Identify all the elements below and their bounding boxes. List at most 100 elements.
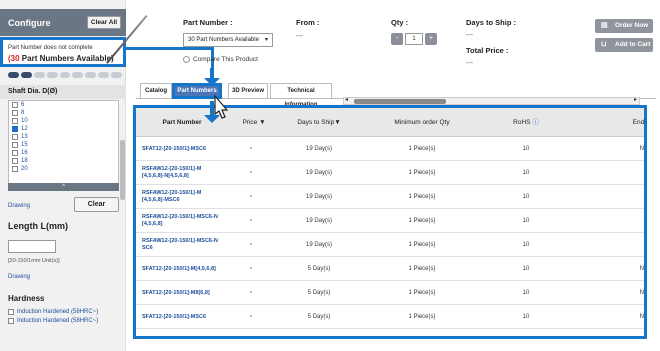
shaft-dia-header[interactable]: Shaft Dia. D(Ø) (0, 85, 126, 99)
drawing-link[interactable]: Drawing (8, 203, 30, 209)
checkbox[interactable] (8, 308, 14, 315)
checkbox[interactable] (12, 102, 18, 108)
qty-minus-button[interactable]: - (391, 33, 403, 45)
end-cell: No M (639, 146, 647, 152)
shaft-option[interactable]: 16 (9, 149, 118, 157)
header-end[interactable]: End Sh (588, 108, 644, 137)
shaft-option[interactable]: 12 (9, 125, 118, 133)
checkbox-checked[interactable] (12, 126, 18, 132)
drawing-link[interactable]: Drawing (8, 274, 30, 280)
hardness-title: Hardness (8, 294, 45, 303)
order-icon: ▤ (601, 22, 608, 29)
price-cell: - (250, 170, 252, 176)
part-number-link[interactable]: RSFAW12-[20-150/1]-MSC6-N [4,5,6,8] (142, 209, 222, 233)
header-rohs[interactable]: RoHS ⓘ (486, 108, 566, 137)
table-row[interactable]: RSFAW12-[20-150/1]-M [4,5,6,8]-MSC6 - 19 D… (136, 185, 644, 209)
part-number-link[interactable]: SFAT12-[20-150/1]-M[4,5,6,8] (142, 257, 222, 281)
part-number-select[interactable]: 30 Part Numbers Available ▾ (183, 33, 273, 47)
rohs-cell: 10 (486, 329, 566, 336)
min-qty-cell: 1 Piece(s) (408, 218, 436, 224)
compare-label: Compare This Product (193, 56, 258, 63)
days-cell: 19 Day(s) (305, 194, 332, 200)
scroll-left-icon[interactable]: ◂ (345, 96, 348, 103)
checkbox[interactable] (12, 166, 18, 172)
compare-checkbox[interactable]: Compare This Product (183, 56, 258, 63)
add-to-cart-button[interactable]: ⊔ Add to Cart (595, 38, 653, 52)
step-indicator (20, 72, 32, 78)
shaft-option[interactable]: 18 (9, 157, 118, 165)
shaft-dia-title: Shaft Dia. D(Ø) (8, 88, 58, 95)
part-number-link[interactable]: SFAT12-[20-150/1]-M8[6,8] (142, 281, 222, 305)
days-cell: 5 Day(s) (284, 329, 354, 336)
min-qty-cell: 1 Piece(s) (408, 146, 436, 152)
configure-title: Configure (8, 18, 51, 28)
header-price[interactable]: Price ▼ (234, 108, 274, 137)
qty-input[interactable]: 1 (405, 33, 423, 45)
clear-all-button[interactable]: Clear All (87, 16, 121, 29)
price-cell: - (250, 194, 252, 200)
part-number-link[interactable]: SFAT12-[20-150/1]-MSC6 (142, 137, 222, 161)
tab-technical-information[interactable]: Technical Information (270, 83, 332, 108)
table-row[interactable]: RSFAW12-[20-150/1]-M [4,5,6,8]-N[4,5,6,8… (136, 161, 644, 185)
checkbox[interactable] (12, 142, 18, 148)
end-cell: Ta (588, 185, 644, 209)
checkbox[interactable] (12, 158, 18, 164)
tab-3d-preview[interactable]: 3D Preview (228, 83, 268, 99)
end-cell: No M (639, 290, 647, 296)
sidebar-scrollbar[interactable] (120, 140, 125, 200)
length-input[interactable] (8, 240, 56, 253)
hardness-option[interactable]: Induction Hardened (58HRC~) (8, 316, 98, 325)
shaft-option[interactable]: 10 (9, 117, 118, 125)
scroll-right-icon[interactable]: ▸ (634, 96, 637, 103)
table-row[interactable]: SFAT12-[20-150/1]-M8[6,8] - 5 Day(s) 1 Piec… (136, 281, 647, 305)
info-icon[interactable]: ⓘ (532, 119, 539, 126)
radio[interactable] (183, 56, 190, 63)
shaft-option-label: 20 (21, 166, 28, 172)
part-number-link[interactable]: RSFAW12-[20-150/1]-M [4,5,6,8]-N[4,5,6,8… (142, 161, 222, 185)
table-row[interactable]: SFAT12-[20-150/1]-MSC6 - 19 Day(s) 1 Piece(… (136, 137, 647, 161)
tab-catalog[interactable]: Catalog (140, 83, 172, 99)
checkbox[interactable] (8, 317, 14, 324)
shaft-option-label: 12 (21, 126, 28, 132)
collapse-button[interactable]: ^ (8, 183, 119, 191)
part-number-link[interactable]: SFAW12-[20-150/1]-M (142, 329, 222, 336)
price-cell: - (250, 290, 252, 296)
part-number-link[interactable]: SFAT12-[20-150/1]-MSC6 (142, 305, 222, 329)
scrollbar-thumb[interactable] (354, 99, 446, 104)
rohs-cell: 10 (522, 242, 530, 248)
hardness-option[interactable]: Induction Hardened (58HRC~) (8, 307, 98, 316)
checkbox[interactable] (12, 118, 18, 124)
table-row[interactable]: SFAW12-[20-150/1]-M - 5 Day(s) 1 Piece(s) 10… (136, 329, 644, 336)
rohs-cell: 10 (522, 170, 530, 176)
shaft-option[interactable]: 13 (9, 133, 118, 141)
part-number-link[interactable]: RSFAW12-[20-150/1]-M [4,5,6,8]-MSC6 (142, 185, 222, 209)
order-now-button[interactable]: ▤ Order Now (595, 19, 653, 33)
checkbox[interactable] (12, 150, 18, 156)
pointer-cursor-icon (214, 94, 229, 119)
shaft-option[interactable]: 8 (9, 109, 118, 117)
table-row[interactable]: RSFAW12-[20-150/1]-MSC6-N SC6 - 19 Day(s) 1… (136, 233, 644, 257)
table-row[interactable]: SFAT12-[20-150/1]-M[4,5,6,8] - 5 Day(s) 1 P… (136, 257, 644, 281)
min-qty-cell: 1 Piece(s) (408, 290, 436, 296)
clear-button[interactable]: Clear (74, 197, 119, 212)
rohs-cell: 10 (522, 290, 530, 296)
qty-plus-button[interactable]: + (425, 33, 437, 45)
shaft-option[interactable]: 6 (9, 101, 118, 109)
checkbox[interactable] (12, 110, 18, 116)
shaft-option-label: 10 (21, 118, 28, 124)
header-min-qty[interactable]: Minimum order Qty (364, 108, 480, 137)
part-number-link[interactable]: RSFAW12-[20-150/1]-MSC6-N SC6 (142, 233, 222, 257)
rohs-cell: 10 (522, 218, 530, 224)
horizontal-scrollbar[interactable]: ◂ ▸ (343, 97, 640, 105)
step-indicator (72, 72, 84, 78)
checkbox[interactable] (12, 134, 18, 140)
table-row[interactable]: RSFAW12-[20-150/1]-MSC6-N [4,5,6,8] - 19 D… (136, 209, 644, 233)
shaft-option[interactable]: 20 (9, 165, 118, 173)
header-days[interactable]: Days to Ship▼ (284, 108, 354, 137)
rohs-cell: 10 (522, 314, 530, 320)
table-row[interactable]: SFAT12-[20-150/1]-MSC6 - 5 Day(s) 1 Piece(s… (136, 305, 644, 329)
step-indicator (59, 72, 71, 78)
shaft-option-label: 13 (21, 134, 28, 140)
available-count-number: (30 (8, 54, 20, 63)
shaft-option[interactable]: 15 (9, 141, 118, 149)
